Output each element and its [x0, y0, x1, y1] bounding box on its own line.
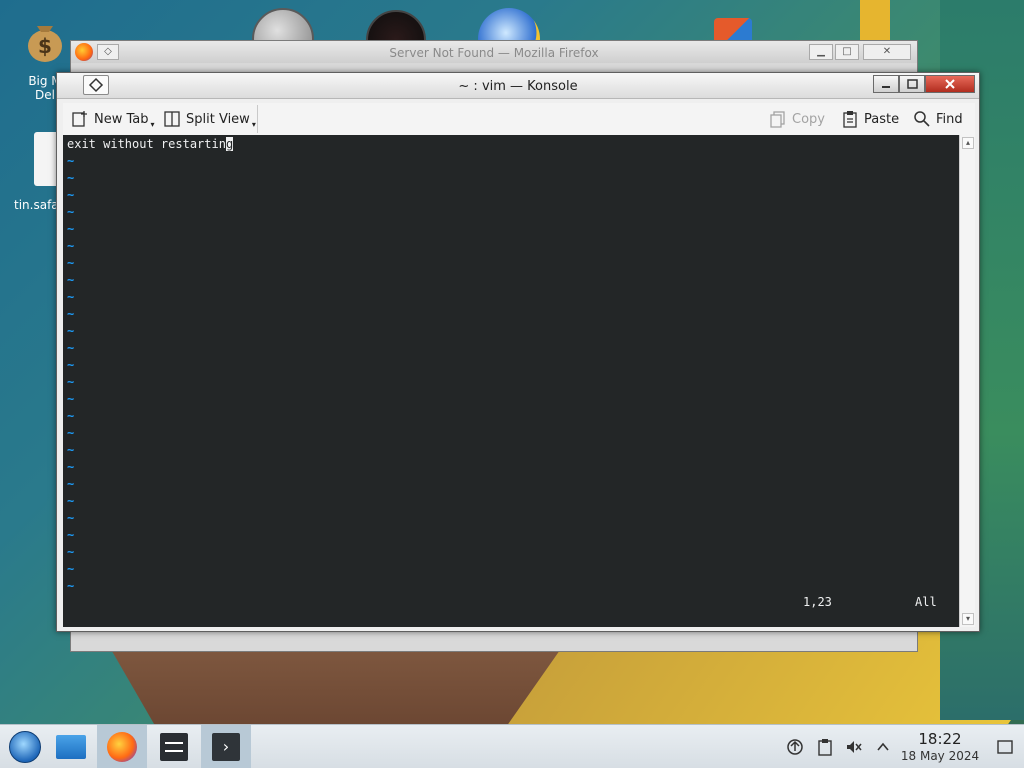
maximize-icon: [907, 79, 918, 89]
maximize-button[interactable]: □: [835, 44, 859, 60]
find-button[interactable]: Find: [913, 103, 963, 135]
vim-empty-line-tilde: ~: [67, 358, 75, 372]
vim-empty-line-tilde: ~: [67, 460, 75, 474]
terminal-icon: ›: [212, 733, 240, 761]
maximize-button[interactable]: [899, 75, 925, 93]
minimize-button[interactable]: ▁: [809, 44, 833, 60]
paste-button[interactable]: Paste: [841, 103, 899, 135]
split-view-icon: [164, 111, 180, 127]
vim-empty-line-tilde: ~: [67, 375, 75, 389]
scroll-down-button[interactable]: ▾: [962, 613, 974, 625]
konsole-toolbar: New Tab ▾ Split View ▾ Copy Paste Find: [63, 103, 975, 135]
close-button[interactable]: [925, 75, 975, 93]
close-button[interactable]: ✕: [863, 44, 911, 60]
vim-empty-line-tilde: ~: [67, 443, 75, 457]
copy-icon: [770, 111, 785, 128]
minimize-icon: [882, 86, 890, 88]
chevron-down-icon: ▾: [251, 119, 256, 129]
terminal-view[interactable]: exit without restarting 1,23 All ~ ~ ~ ~ ~ ~ ~…: [63, 135, 959, 627]
vim-empty-line-tilde: ~: [67, 426, 75, 440]
show-desktop-icon: [997, 740, 1013, 754]
vim-empty-line-tilde: ~: [67, 205, 75, 219]
window-titlebar[interactable]: ~ : vim — Konsole: [57, 73, 979, 99]
close-icon: [945, 79, 955, 89]
scroll-up-button[interactable]: ▴: [962, 137, 974, 149]
vim-empty-line-tilde: ~: [67, 477, 75, 491]
vim-empty-line-tilde: ~: [67, 154, 75, 168]
paste-label: Paste: [864, 111, 900, 127]
vim-empty-line-tilde: ~: [67, 579, 75, 593]
vim-empty-line-tilde: ~: [67, 239, 75, 253]
window-title: ~ : vim — Konsole: [458, 79, 578, 94]
start-orb-icon: [9, 731, 41, 763]
copy-button[interactable]: Copy: [769, 103, 825, 135]
terminal-text: exit without restartin: [67, 137, 226, 151]
vim-empty-line-tilde: ~: [67, 324, 75, 338]
scroll-status: All: [915, 595, 937, 609]
start-menu-button[interactable]: [0, 725, 50, 768]
minimize-button[interactable]: [873, 75, 899, 93]
chevron-up-icon[interactable]: [873, 737, 893, 757]
vim-empty-line-tilde: ~: [67, 290, 75, 304]
vim-empty-line-tilde: ~: [67, 188, 75, 202]
background-window-titlebar[interactable]: ◇ Server Not Found — Mozilla Firefox ▁ □…: [71, 41, 917, 63]
taskbar: › 18:22 18 May 2024: [0, 724, 1024, 768]
vertical-scrollbar[interactable]: ▴ ▾: [959, 135, 975, 627]
vim-empty-line-tilde: ~: [67, 562, 75, 576]
firefox-icon: [107, 732, 137, 762]
text-cursor: g: [225, 137, 234, 151]
vim-empty-line-tilde: ~: [67, 273, 75, 287]
vim-empty-line-tilde: ~: [67, 545, 75, 559]
konsole-window[interactable]: ~ : vim — Konsole New Tab ▾ Split View ▾…: [56, 72, 980, 632]
vim-empty-line-tilde: ~: [67, 171, 75, 185]
vim-empty-line-tilde: ~: [67, 307, 75, 321]
copy-label: Copy: [792, 111, 825, 127]
paste-icon: [843, 111, 857, 128]
chevron-down-icon: ▾: [150, 119, 155, 129]
find-label: Find: [936, 111, 963, 127]
updates-icon[interactable]: [785, 737, 805, 757]
cursor-position: 1,23: [803, 595, 832, 609]
vim-empty-line-tilde: ~: [67, 392, 75, 406]
show-desktop-button[interactable]: [995, 737, 1015, 757]
settings-sliders-icon: [160, 733, 188, 761]
volume-muted-icon[interactable]: [844, 737, 864, 757]
terminal-text-line: exit without restarting: [67, 137, 234, 151]
clock-date[interactable]: 18 May 2024: [900, 749, 980, 763]
search-icon: [914, 111, 930, 127]
vim-empty-line-tilde: ~: [67, 409, 75, 423]
money-bag-icon: $: [25, 12, 65, 64]
toolbar-separator: [257, 105, 258, 133]
vim-empty-line-tilde: ~: [67, 341, 75, 355]
vim-empty-line-tilde: ~: [67, 528, 75, 542]
folder-icon: [56, 735, 86, 759]
taskbar-settings[interactable]: [149, 725, 199, 768]
split-view-button[interactable]: Split View ▾: [163, 103, 256, 135]
vim-empty-line-tilde: ~: [67, 494, 75, 508]
clipboard-icon[interactable]: [815, 737, 835, 757]
background-window-title: Server Not Found — Mozilla Firefox: [389, 46, 599, 60]
new-tab-icon: [72, 111, 87, 127]
taskbar-konsole[interactable]: ›: [201, 725, 251, 768]
vim-empty-line-tilde: ~: [67, 222, 75, 236]
vim-empty-line-tilde: ~: [67, 256, 75, 270]
vim-empty-line-tilde: ~: [67, 511, 75, 525]
taskbar-file-manager[interactable]: [46, 725, 96, 768]
new-tab-label: New Tab: [94, 111, 149, 127]
new-tab-button[interactable]: New Tab ▾: [71, 103, 155, 135]
clock-time[interactable]: 18:22: [900, 730, 980, 748]
split-view-label: Split View: [186, 111, 250, 127]
svg-text:$: $: [38, 34, 52, 58]
taskbar-firefox[interactable]: [97, 725, 147, 768]
